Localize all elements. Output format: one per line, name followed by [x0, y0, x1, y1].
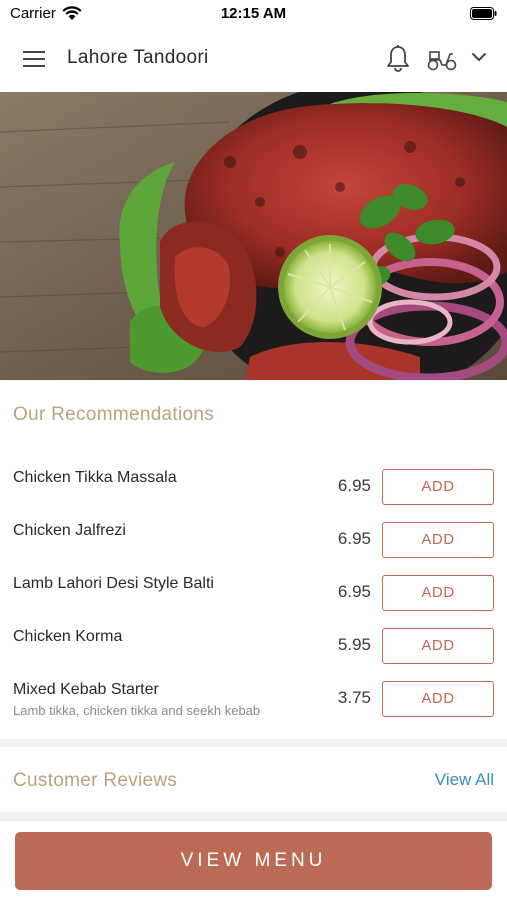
bottom-bar: VIEW MENU — [0, 820, 507, 900]
hero-food-image — [0, 92, 507, 380]
battery-icon — [470, 7, 497, 20]
add-button[interactable]: ADD — [382, 522, 494, 558]
hamburger-menu-icon[interactable] — [22, 49, 46, 69]
item-description: Lamb tikka, chicken tikka and seekh keba… — [13, 703, 261, 718]
item-name: Chicken Jalfrezi — [13, 522, 126, 539]
tandoori-platter-illustration — [0, 92, 507, 380]
recommendation-item: Chicken Jalfrezi 6.95 ADD — [0, 522, 507, 575]
reviews-title: Customer Reviews — [13, 770, 178, 791]
recommendation-item: Chicken Tikka Massala 6.95 ADD — [0, 469, 507, 522]
item-price: 6.95 — [337, 529, 371, 548]
view-menu-button[interactable]: VIEW MENU — [15, 832, 492, 890]
chevron-down-icon[interactable] — [470, 50, 488, 64]
recommendation-item: Mixed Kebab Starter Lamb tikka, chicken … — [0, 681, 507, 734]
item-name: Lamb Lahori Desi Style Balti — [13, 575, 214, 592]
recommendation-item: Chicken Korma 5.95 ADD — [0, 628, 507, 681]
section-divider — [0, 812, 507, 820]
item-price: 6.95 — [337, 476, 371, 495]
item-price: 5.95 — [337, 635, 371, 654]
recommendation-item: Lamb Lahori Desi Style Balti 6.95 ADD — [0, 575, 507, 628]
app-header: Lahore Tandoori — [0, 28, 507, 92]
view-all-reviews-link[interactable]: View All — [435, 770, 494, 790]
bell-icon[interactable] — [385, 44, 411, 72]
item-price: 6.95 — [337, 582, 371, 601]
recommendations-title: Our Recommendations — [13, 404, 215, 425]
item-name: Mixed Kebab Starter — [13, 681, 159, 698]
add-button[interactable]: ADD — [382, 628, 494, 664]
item-name: Chicken Tikka Massala — [13, 469, 177, 486]
add-button[interactable]: ADD — [382, 469, 494, 505]
add-button[interactable]: ADD — [382, 681, 494, 717]
status-bar: Carrier 12:15 AM — [0, 0, 507, 28]
restaurant-title: Lahore Tandoori — [67, 47, 209, 68]
item-price: 3.75 — [337, 688, 371, 707]
status-time: 12:15 AM — [220, 5, 287, 22]
add-button[interactable]: ADD — [382, 575, 494, 611]
item-name: Chicken Korma — [13, 628, 123, 645]
scooter-icon[interactable] — [426, 46, 458, 72]
section-divider — [0, 739, 507, 747]
